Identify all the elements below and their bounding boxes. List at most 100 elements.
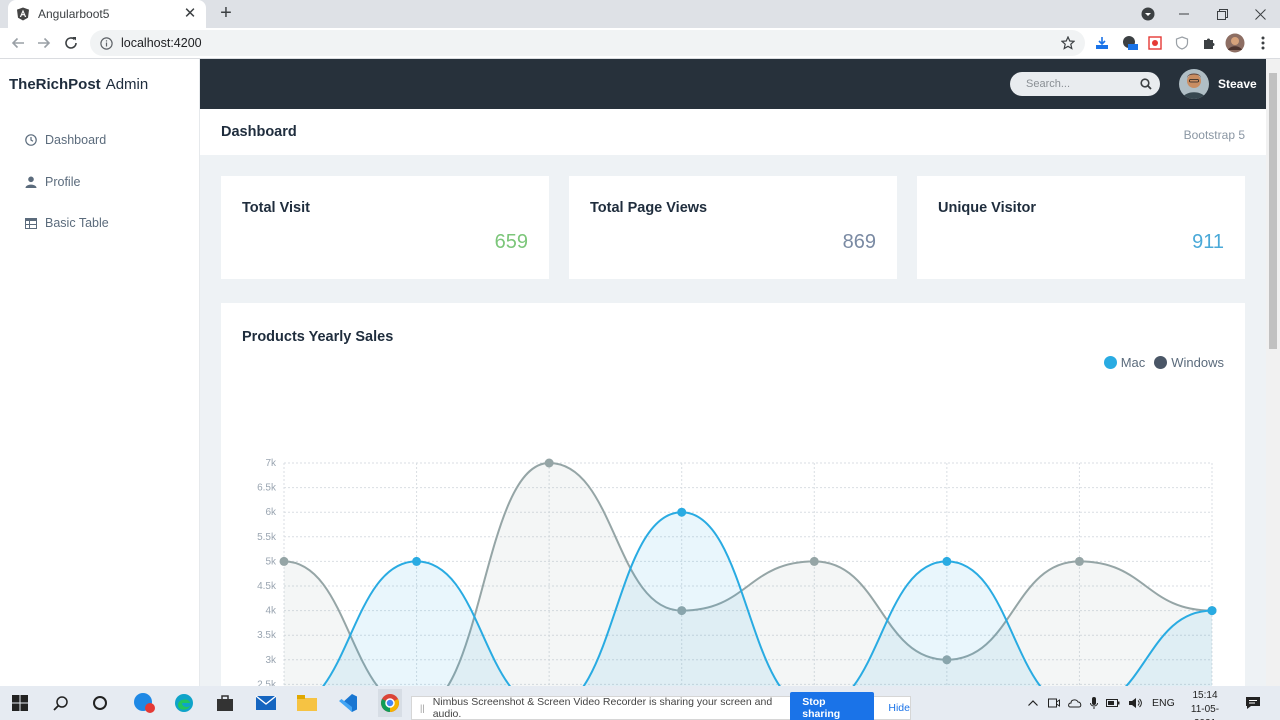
extension-record-icon[interactable] — [1145, 33, 1165, 53]
taskbar-search-icon[interactable] — [50, 692, 72, 714]
sidebar-item-profile[interactable]: Profile — [24, 175, 80, 189]
meet-now-icon[interactable] — [1048, 698, 1060, 708]
browser-profile-avatar[interactable] — [1225, 33, 1245, 53]
y-tick-label: 4k — [265, 606, 277, 617]
drag-handle-icon[interactable]: || — [420, 703, 425, 713]
stat-card-value: 869 — [842, 231, 876, 253]
extension-translate-icon[interactable] — [1120, 33, 1140, 53]
chart-legend: Mac Windows — [1095, 355, 1224, 370]
restore-icon[interactable] — [1210, 0, 1234, 28]
search-box — [1010, 72, 1160, 96]
y-tick-label: 6k — [265, 507, 277, 518]
sales-chart-card: 1.5k2k2.5k3k3.5k4k4.5k5k5.5k6k6.5k7k Pro… — [221, 303, 1245, 686]
tray-expand-icon[interactable] — [1028, 700, 1038, 706]
browser-tab[interactable]: Angularboot5 ✕ — [8, 0, 206, 28]
reload-icon[interactable] — [62, 34, 80, 52]
mail-icon[interactable] — [255, 692, 277, 714]
volume-icon[interactable] — [1128, 697, 1142, 709]
top-navbar: Steave — [200, 59, 1266, 109]
microphone-icon[interactable] — [1090, 697, 1098, 709]
angular-icon — [16, 7, 30, 21]
data-point-windows — [544, 458, 554, 468]
sidebar-item-label: Basic Table — [45, 216, 109, 230]
cortana-icon[interactable] — [89, 692, 111, 714]
y-tick-label: 6.5k — [257, 483, 277, 494]
browser-toolbar: localhost:4200 — [0, 28, 1280, 59]
stat-card-title: Total Visit — [242, 200, 310, 216]
data-point-mac — [1207, 606, 1217, 616]
battery-icon[interactable] — [1106, 699, 1120, 707]
bookmark-star-icon[interactable] — [1058, 33, 1078, 53]
framework-label: Bootstrap 5 — [1183, 128, 1245, 142]
file-explorer-icon[interactable] — [296, 692, 318, 714]
sidebar-item-basic-table[interactable]: Basic Table — [24, 216, 109, 230]
forward-arrow-icon[interactable] — [35, 34, 53, 52]
system-tray: ENG — [1028, 686, 1175, 720]
new-tab-button[interactable]: + — [216, 3, 236, 24]
stat-card-total-page-views: Total Page Views 869 — [569, 176, 897, 279]
legend-item-windows[interactable]: Windows — [1154, 355, 1224, 370]
tab-title: Angularboot5 — [38, 7, 110, 21]
profile-dropdown-icon[interactable] — [1136, 0, 1160, 28]
page-scrollbar[interactable] — [1266, 59, 1280, 686]
search-input[interactable] — [1026, 78, 1136, 90]
stat-card-value: 911 — [1192, 231, 1224, 253]
tab-close-icon[interactable]: ✕ — [182, 6, 198, 22]
brand-name: TheRichPost — [9, 76, 101, 93]
app-viewport: TheRichPost Admin Dashboard Profile Basic… — [0, 59, 1266, 686]
scrollbar-thumb[interactable] — [1269, 73, 1277, 349]
sidebar-item-label: Profile — [45, 175, 81, 189]
onedrive-icon[interactable] — [1068, 698, 1082, 708]
extensions-puzzle-icon[interactable] — [1199, 33, 1219, 53]
url-text: localhost:4200 — [121, 36, 202, 50]
y-tick-label: 4.5k — [257, 581, 277, 592]
vscode-icon[interactable] — [337, 692, 359, 714]
browser-tab-strip: Angularboot5 ✕ + — [0, 0, 1280, 28]
language-indicator[interactable]: ENG — [1152, 697, 1175, 709]
clock-date: 11-05-2021 — [1190, 704, 1220, 720]
minimize-icon[interactable] — [1172, 0, 1196, 28]
brand[interactable]: TheRichPost Admin — [9, 76, 148, 93]
user-name[interactable]: Steave — [1218, 77, 1257, 91]
taskbar-clock[interactable]: 15:14 11-05-2021 — [1180, 689, 1230, 720]
y-tick-label: 2.5k — [257, 679, 277, 686]
brand-suffix: Admin — [105, 76, 149, 93]
skype-icon[interactable] — [133, 692, 155, 714]
stat-card-total-visit: Total Visit 659 — [221, 176, 549, 279]
extension-shield-icon[interactable] — [1172, 33, 1192, 53]
data-point-mac — [942, 556, 952, 566]
sidebar-item-dashboard[interactable]: Dashboard — [24, 133, 106, 147]
address-bar[interactable]: localhost:4200 — [90, 30, 1085, 56]
data-point-mac — [412, 556, 422, 566]
y-tick-label: 3.5k — [257, 630, 277, 641]
table-icon — [24, 217, 37, 230]
store-icon[interactable] — [214, 692, 236, 714]
chrome-taskbar-icon[interactable] — [378, 689, 402, 717]
y-tick-label: 3k — [265, 655, 277, 666]
page-header: Dashboard Bootstrap 5 — [200, 109, 1266, 155]
stat-card-title: Total Page Views — [590, 200, 708, 216]
browser-menu-icon[interactable] — [1253, 33, 1273, 53]
y-tick-label: 5k — [265, 556, 277, 567]
notification-center-icon[interactable] — [1242, 692, 1264, 714]
extension-download-icon[interactable] — [1092, 33, 1112, 53]
sidebar: TheRichPost Admin Dashboard Profile Basic… — [0, 59, 200, 686]
windows-start-icon[interactable] — [9, 692, 31, 714]
legend-swatch — [1103, 356, 1117, 369]
share-message: Nimbus Screenshot & Screen Video Recorde… — [432, 696, 773, 720]
search-icon[interactable] — [1140, 78, 1152, 90]
user-icon — [24, 176, 37, 189]
info-icon[interactable] — [100, 36, 113, 50]
close-window-icon[interactable] — [1248, 0, 1272, 28]
page-title: Dashboard — [221, 124, 297, 140]
edge-icon[interactable] — [173, 692, 195, 714]
back-arrow-icon[interactable] — [9, 34, 27, 52]
clock-icon — [24, 134, 37, 147]
avatar[interactable] — [1179, 69, 1209, 99]
y-tick-label: 5.5k — [257, 532, 277, 543]
hide-button[interactable]: Hide — [888, 702, 910, 714]
legend-item-mac[interactable]: Mac — [1103, 355, 1145, 370]
data-point-windows — [809, 556, 819, 566]
data-point-mac — [677, 507, 687, 517]
stop-sharing-button[interactable]: Stop sharing — [790, 692, 875, 720]
